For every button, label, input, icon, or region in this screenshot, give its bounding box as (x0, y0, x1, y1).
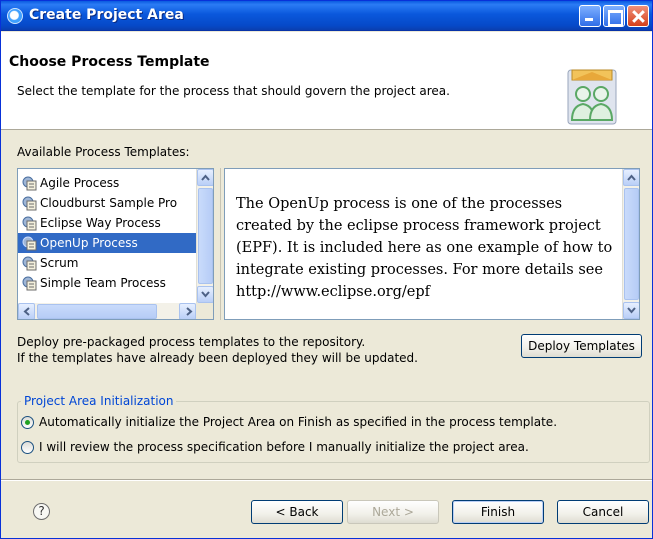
list-item[interactable]: Agile Process (18, 173, 198, 193)
radio-unselected-icon[interactable] (21, 441, 34, 454)
pane-splitter[interactable] (218, 168, 223, 320)
page-description: Select the template for the process that… (17, 84, 450, 98)
chevron-left-icon (23, 307, 30, 316)
deploy-description: Deploy pre-packaged process templates to… (17, 334, 418, 366)
group-title: Project Area Initialization (21, 394, 177, 408)
title-bar[interactable]: Create Project Area (1, 1, 652, 31)
chevron-down-icon (201, 291, 210, 298)
scroll-thumb[interactable] (198, 188, 213, 284)
list-item-label: OpenUp Process (40, 236, 138, 250)
list-item-label: Cloudburst Sample Pro (40, 196, 178, 210)
next-button[interactable]: Next > (347, 500, 439, 524)
description-vertical-scrollbar[interactable] (622, 169, 639, 319)
radio-label: Automatically initialize the Project Are… (39, 415, 558, 429)
scroll-thumb[interactable] (37, 304, 157, 319)
template-description-panel: The OpenUp process is one of the process… (224, 168, 640, 320)
list-item-label: Scrum (40, 256, 79, 270)
help-icon[interactable]: ? (33, 503, 50, 520)
process-template-icon (22, 276, 37, 291)
available-templates-label: Available Process Templates: (17, 145, 190, 159)
deploy-description-line: Deploy pre-packaged process templates to… (17, 335, 366, 349)
wizard-header: Choose Process Template Select the templ… (1, 32, 652, 130)
radio-label: I will review the process specification … (39, 440, 529, 454)
scroll-up-button[interactable] (623, 169, 639, 186)
chevron-down-icon (627, 307, 636, 314)
radio-selected-icon[interactable] (21, 416, 34, 429)
scroll-thumb[interactable] (624, 188, 639, 300)
process-template-icon (22, 196, 37, 211)
list-item-selected[interactable]: OpenUp Process (18, 233, 198, 253)
list-item-label: Agile Process (40, 176, 120, 190)
scroll-down-button[interactable] (623, 302, 639, 319)
list-item[interactable]: Cloudburst Sample Pro (18, 193, 198, 213)
eclipse-app-icon (7, 8, 23, 24)
cancel-button[interactable]: Cancel (557, 500, 649, 524)
template-list-vertical-scrollbar[interactable] (196, 169, 213, 303)
page-title: Choose Process Template (9, 54, 210, 70)
window-title: Create Project Area (29, 7, 184, 23)
scroll-down-button[interactable] (197, 286, 213, 303)
maximize-icon[interactable] (603, 5, 625, 27)
back-button[interactable]: < Back (251, 500, 343, 524)
list-item[interactable]: Eclipse Way Process (18, 213, 198, 233)
deploy-templates-button[interactable]: Deploy Templates (521, 334, 642, 358)
template-list[interactable]: Agile Process Cloudburst Sample Pro Ecli… (17, 168, 214, 320)
scrollbar-corner (196, 303, 213, 319)
create-project-area-dialog: Create Project Area Choose Process Templ… (0, 0, 653, 539)
template-list-horizontal-scrollbar[interactable] (18, 303, 196, 319)
list-item-label: Eclipse Way Process (40, 216, 161, 230)
chevron-up-icon (627, 174, 636, 181)
process-template-icon (22, 216, 37, 231)
process-template-icon (22, 176, 37, 191)
footer-separator (1, 479, 652, 481)
scroll-right-button[interactable] (179, 303, 196, 319)
list-item-label: Simple Team Process (40, 276, 166, 290)
chevron-up-icon (201, 174, 210, 181)
process-template-icon (22, 256, 37, 271)
project-area-people-icon (567, 69, 617, 125)
finish-button[interactable]: Finish (452, 500, 544, 524)
deploy-description-line: If the templates have already been deplo… (17, 351, 418, 365)
close-icon[interactable] (627, 5, 649, 27)
scroll-up-button[interactable] (197, 169, 213, 186)
scroll-left-button[interactable] (18, 303, 35, 319)
list-item[interactable]: Scrum (18, 253, 198, 273)
process-template-icon (22, 236, 37, 251)
list-item[interactable]: Simple Team Process (18, 273, 198, 293)
template-description-text: The OpenUp process is one of the process… (236, 196, 613, 300)
chevron-right-icon (186, 307, 193, 316)
minimize-icon[interactable] (579, 5, 601, 27)
